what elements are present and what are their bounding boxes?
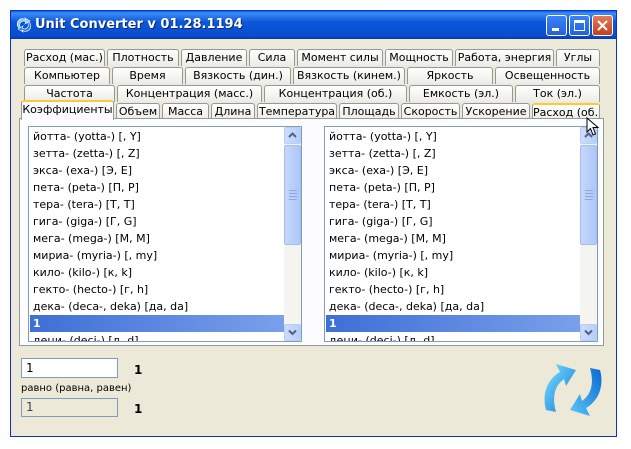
thumb-grip — [585, 196, 593, 197]
scroll-thumb[interactable] — [284, 145, 301, 245]
tab-torque[interactable]: Момент силы — [297, 49, 383, 66]
list-item[interactable]: кило- (kilo-) [к, k] — [326, 264, 580, 281]
chevron-down-icon — [288, 329, 297, 336]
scroll-thumb[interactable] — [580, 145, 597, 245]
close-icon — [597, 20, 608, 31]
vertical-scrollbar[interactable] — [580, 127, 597, 341]
list-item[interactable]: йотта- (yotta-) [, Y] — [30, 128, 284, 145]
tab-viscosity-dynamic[interactable]: Вязкость (дин.) — [185, 67, 291, 84]
thumb-grip — [289, 199, 297, 200]
list-item[interactable]: деци- (deci-) [д, d] — [30, 332, 284, 341]
thumb-grip — [585, 193, 593, 194]
tab-power[interactable]: Мощность — [385, 49, 453, 66]
list-item-selected[interactable]: 1 — [326, 315, 580, 332]
list-item[interactable]: экса- (exa-) [Э, E] — [326, 162, 580, 179]
list-item[interactable]: экса- (exa-) [Э, E] — [30, 162, 284, 179]
list-item-selected[interactable]: 1 — [30, 315, 284, 332]
thumb-grip — [289, 196, 297, 197]
list-items: йотта- (yotta-) [, Y] зетта- (zetta-) [,… — [326, 128, 580, 341]
list-item[interactable]: мега- (mega-) [М, M] — [30, 230, 284, 247]
tab-pressure[interactable]: Давление — [181, 49, 247, 66]
list-item[interactable]: кило- (kilo-) [к, k] — [30, 264, 284, 281]
tab-capacitance[interactable]: Емкость (эл.) — [409, 85, 513, 102]
list-item[interactable]: пета- (peta-) [П, P] — [326, 179, 580, 196]
converter-arrows-icon — [16, 17, 32, 33]
list-item[interactable]: зетта- (zetta-) [, Z] — [326, 145, 580, 162]
tab-brightness[interactable]: Яркость — [407, 67, 493, 84]
chevron-up-icon — [288, 132, 297, 138]
value-input[interactable] — [21, 358, 118, 378]
list-item[interactable]: дека- (deca-, deka) [да, da] — [30, 298, 284, 315]
list-item[interactable]: тера- (tera-) [Т, T] — [30, 196, 284, 213]
list-item[interactable]: гекто- (hecto-) [г, h] — [30, 281, 284, 298]
minimize-icon — [552, 28, 559, 31]
list-item[interactable]: зетта- (zetta-) [, Z] — [30, 145, 284, 162]
tab-density[interactable]: Плотность — [107, 49, 179, 66]
maximize-icon — [574, 20, 585, 31]
maximize-button[interactable] — [569, 15, 590, 36]
result-field: 1 — [21, 398, 118, 417]
list-item[interactable]: мега- (mega-) [М, M] — [326, 230, 580, 247]
thumb-grip — [289, 193, 297, 194]
list-item[interactable]: мириа- (myria-) [, my] — [326, 247, 580, 264]
tab-current[interactable]: Ток (эл.) — [515, 85, 600, 102]
list-item[interactable]: деци- (deci-) [д, d] — [326, 332, 580, 341]
tab-computer[interactable]: Компьютер — [24, 67, 110, 84]
window-title: Unit Converter v 01.28.1194 — [35, 17, 243, 32]
list-items: йотта- (yotta-) [, Y] зетта- (zetta-) [,… — [30, 128, 284, 341]
list-item[interactable]: мириа- (myria-) [, my] — [30, 247, 284, 264]
tab-illuminance[interactable]: Освещенность — [495, 67, 600, 84]
thumb-grip — [585, 199, 593, 200]
swap-arrows-icon[interactable] — [540, 360, 606, 420]
list-item[interactable]: пета- (peta-) [П, P] — [30, 179, 284, 196]
tab-angles[interactable]: Углы — [556, 49, 600, 66]
tab-time[interactable]: Время — [112, 67, 183, 84]
tab-concentration-mass[interactable]: Концентрация (масс.) — [117, 85, 262, 102]
thumb-grip — [289, 190, 297, 191]
result-value-label: 1 — [134, 402, 143, 416]
equals-label: равно (равна, равен) — [21, 383, 132, 394]
list-item[interactable]: дека- (deca-, deka) [да, da] — [326, 298, 580, 315]
to-unit-list[interactable]: йотта- (yotta-) [, Y] зетта- (zetta-) [,… — [324, 126, 598, 342]
tab-viscosity-kinematic[interactable]: Вязкость (кинем.) — [293, 67, 405, 84]
minimize-button[interactable] — [546, 15, 567, 36]
from-unit-list[interactable]: йотта- (yotta-) [, Y] зетта- (zetta-) [,… — [28, 126, 302, 342]
mouse-cursor-icon — [586, 117, 600, 136]
list-item[interactable]: гига- (giga-) [Г, G] — [30, 213, 284, 230]
tab-coefficients[interactable]: Коэффициенты — [21, 100, 114, 120]
close-button[interactable] — [592, 15, 613, 36]
scroll-down-button[interactable] — [284, 324, 301, 341]
tab-concentration-volume[interactable]: Концентрация (об.) — [264, 85, 407, 102]
chevron-down-icon — [584, 329, 593, 336]
vertical-scrollbar[interactable] — [284, 127, 301, 341]
thumb-grip — [585, 190, 593, 191]
title-bar[interactable]: Unit Converter v 01.28.1194 — [11, 11, 616, 39]
tab-force[interactable]: Сила — [249, 49, 295, 66]
list-item[interactable]: йотта- (yotta-) [, Y] — [326, 128, 580, 145]
tab-work-energy[interactable]: Работа, энергия — [455, 49, 554, 66]
list-item[interactable]: тера- (tera-) [Т, T] — [326, 196, 580, 213]
scroll-up-button[interactable] — [284, 127, 301, 144]
list-item[interactable]: гига- (giga-) [Г, G] — [326, 213, 580, 230]
scroll-down-button[interactable] — [580, 324, 597, 341]
tab-mass-flow[interactable]: Расход (мас.) — [24, 49, 105, 66]
list-item[interactable]: гекто- (hecto-) [г, h] — [326, 281, 580, 298]
input-value-label: 1 — [134, 363, 143, 377]
